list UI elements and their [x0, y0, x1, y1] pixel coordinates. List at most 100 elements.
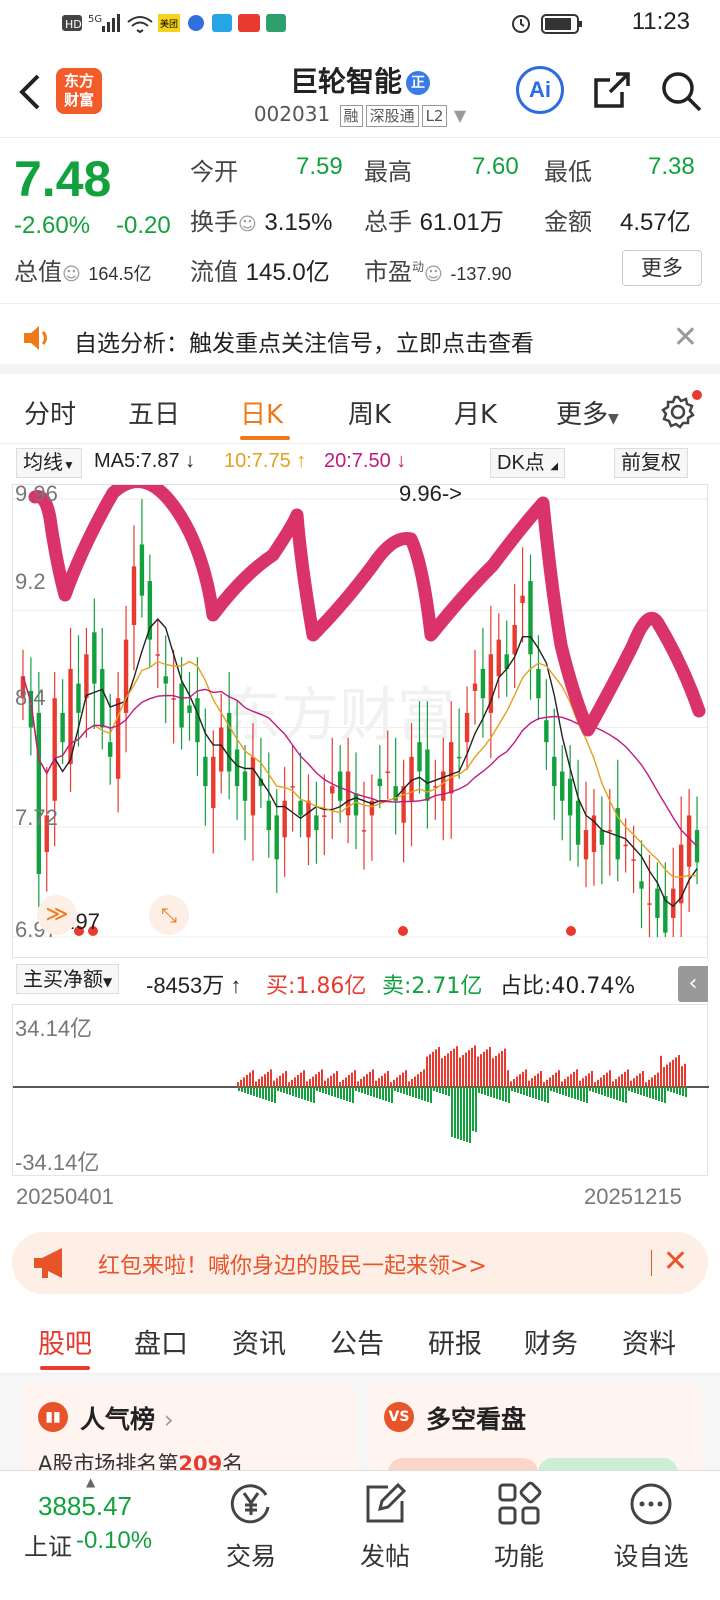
- status-icons: HD 5G 美团: [62, 14, 286, 34]
- outflow-bar: [436, 1087, 438, 1092]
- outflow-bar: [388, 1087, 390, 1102]
- tab-profile[interactable]: 资料: [622, 1322, 676, 1361]
- search-icon[interactable]: [660, 70, 702, 112]
- dropdown-triangle-icon: ▼: [103, 975, 113, 989]
- banner-text: 自选分析：触发重点关注信号，立即点击查看: [74, 331, 534, 357]
- outflow-bar: [328, 1087, 330, 1095]
- inflow-bar: [249, 1072, 251, 1087]
- end-date: 20251215: [584, 1184, 682, 1209]
- outflow-bar: [532, 1087, 534, 1098]
- ai-assistant-button[interactable]: Ai: [516, 66, 564, 114]
- low-label: 最低: [544, 158, 592, 186]
- candle-body: [290, 786, 295, 788]
- share-icon[interactable]: [592, 70, 632, 110]
- inflow-bar: [615, 1079, 617, 1087]
- outflow-bar: [685, 1087, 687, 1097]
- candle-body: [464, 712, 470, 743]
- market-cap-label: 总值: [14, 258, 62, 286]
- info-icon[interactable]: ☺: [238, 214, 257, 235]
- verified-badge-icon: 正: [406, 71, 430, 95]
- kline-chart[interactable]: 东方财富 9.96 9.2 8.4 7.72 6.97 9.96-> <-6.9…: [12, 481, 709, 958]
- bull-bar[interactable]: [388, 1458, 538, 1470]
- tab-daily-k[interactable]: 日K: [240, 394, 283, 431]
- inflow-bar: [627, 1069, 629, 1087]
- volume-label: 总手: [364, 208, 412, 236]
- price-label-2: 9.2: [15, 569, 46, 594]
- outflow-bar: [496, 1087, 498, 1099]
- change-amount: -0.20: [116, 212, 171, 239]
- inflow-bar: [351, 1072, 353, 1087]
- gear-icon[interactable]: [660, 394, 696, 430]
- nav-functions[interactable]: 功能: [464, 1477, 574, 1573]
- info-icon[interactable]: ☺: [424, 264, 443, 285]
- tab-more[interactable]: 更多▼: [556, 394, 619, 431]
- net-flow-row: 主买净额▼ -8453万 ↑ 买:1.86亿 卖:2.71亿 占比:40.74%…: [0, 962, 720, 1002]
- signal-dot: [566, 926, 576, 936]
- candle-body: [544, 720, 549, 743]
- inflow-bar: [237, 1082, 239, 1087]
- outflow-bar: [400, 1087, 402, 1093]
- candle-body: [131, 566, 137, 625]
- tab-financials[interactable]: 财务: [524, 1322, 578, 1361]
- bull-bear-card[interactable]: VS 多空看盘: [368, 1382, 702, 1470]
- candle-body: [480, 668, 486, 699]
- bear-bar[interactable]: [538, 1458, 678, 1470]
- index-value[interactable]: 3885.47: [38, 1491, 132, 1522]
- outflow-bar: [424, 1087, 426, 1101]
- tab-intraday[interactable]: 分时: [24, 394, 76, 431]
- more-quote-button[interactable]: 更多: [622, 250, 702, 286]
- outflow-bar: [538, 1087, 540, 1100]
- tab-weekly-k[interactable]: 周K: [348, 394, 391, 431]
- expand-left-icon[interactable]: ≫: [37, 895, 77, 935]
- fullscreen-icon[interactable]: ⤡: [149, 895, 189, 935]
- outflow-bar: [553, 1087, 555, 1092]
- index-change[interactable]: -0.10%: [76, 1527, 152, 1555]
- inflow-bar: [459, 1057, 461, 1087]
- index-name[interactable]: 上证: [24, 1527, 72, 1562]
- tab-orderbook[interactable]: 盘口: [134, 1322, 188, 1361]
- inflow-bar: [252, 1070, 254, 1087]
- inflow-bar: [558, 1070, 560, 1087]
- outflow-bar: [445, 1087, 447, 1095]
- nav-watchlist[interactable]: 设自选: [596, 1477, 706, 1573]
- analysis-banner[interactable]: 自选分析：触发重点关注信号，立即点击查看 ✕: [0, 304, 720, 374]
- close-icon[interactable]: ✕: [673, 320, 698, 355]
- candle-body: [242, 771, 248, 801]
- dk-point-button[interactable]: DK点 ◢: [490, 448, 566, 478]
- subindicator-selector[interactable]: 主买净额▼: [16, 964, 120, 994]
- inflow-bar: [426, 1056, 428, 1087]
- tab-forum[interactable]: 股吧: [38, 1322, 92, 1361]
- inflow-bar: [582, 1078, 584, 1087]
- info-icon[interactable]: ☺: [62, 264, 81, 285]
- tab-research[interactable]: 研报: [428, 1322, 482, 1361]
- outflow-bar: [370, 1087, 372, 1096]
- inflow-bar: [417, 1074, 419, 1087]
- outflow-bar: [373, 1087, 375, 1097]
- float-cap-label: 流值: [190, 258, 238, 286]
- quote-panel: 7.48 -2.60% -0.20 今开 7.59 最高 7.60 最低 7.3…: [0, 138, 720, 304]
- inflow-bar: [633, 1078, 635, 1087]
- market-cap-value: 164.5亿: [88, 264, 152, 284]
- nav-trade[interactable]: 交易: [196, 1477, 306, 1573]
- popularity-card[interactable]: ▮▮ 人气榜 › A股市场排名第209名: [22, 1382, 356, 1470]
- candle-body: [647, 903, 652, 905]
- inflow-bar: [375, 1080, 377, 1087]
- outflow-bar: [517, 1087, 519, 1093]
- adjust-button[interactable]: 前复权: [614, 448, 688, 478]
- collapse-panel-icon[interactable]: ‹: [678, 966, 708, 1002]
- nav-post[interactable]: 发帖: [330, 1477, 440, 1573]
- tab-news[interactable]: 资讯: [232, 1322, 286, 1361]
- inflow-bar: [240, 1079, 242, 1087]
- red-packet-banner[interactable]: 红包来啦！喊你身边的股民一起来领>> ✕: [12, 1232, 708, 1294]
- svg-text:5G: 5G: [88, 14, 102, 25]
- inflow-bar: [381, 1075, 383, 1087]
- tab-announcements[interactable]: 公告: [330, 1322, 384, 1361]
- close-icon[interactable]: ✕: [663, 1244, 688, 1279]
- candle-body: [552, 756, 557, 787]
- inflow-bar: [495, 1055, 497, 1087]
- tab-five-day[interactable]: 五日: [128, 394, 180, 431]
- tab-monthly-k[interactable]: 月K: [454, 394, 497, 431]
- price-label-3: 8.4: [15, 685, 46, 710]
- indicator-selector[interactable]: 均线▼: [16, 448, 82, 478]
- net-flow-chart[interactable]: 34.14亿 -34.14亿: [12, 1004, 709, 1176]
